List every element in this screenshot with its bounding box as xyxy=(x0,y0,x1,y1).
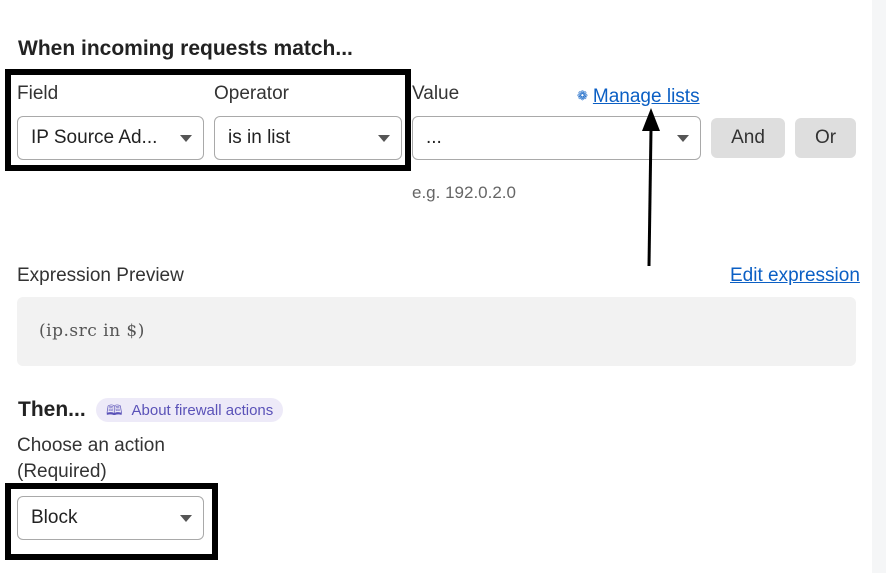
arrow-head xyxy=(642,108,660,131)
annotation-arrow xyxy=(642,108,660,267)
arrow-shaft xyxy=(647,128,653,267)
